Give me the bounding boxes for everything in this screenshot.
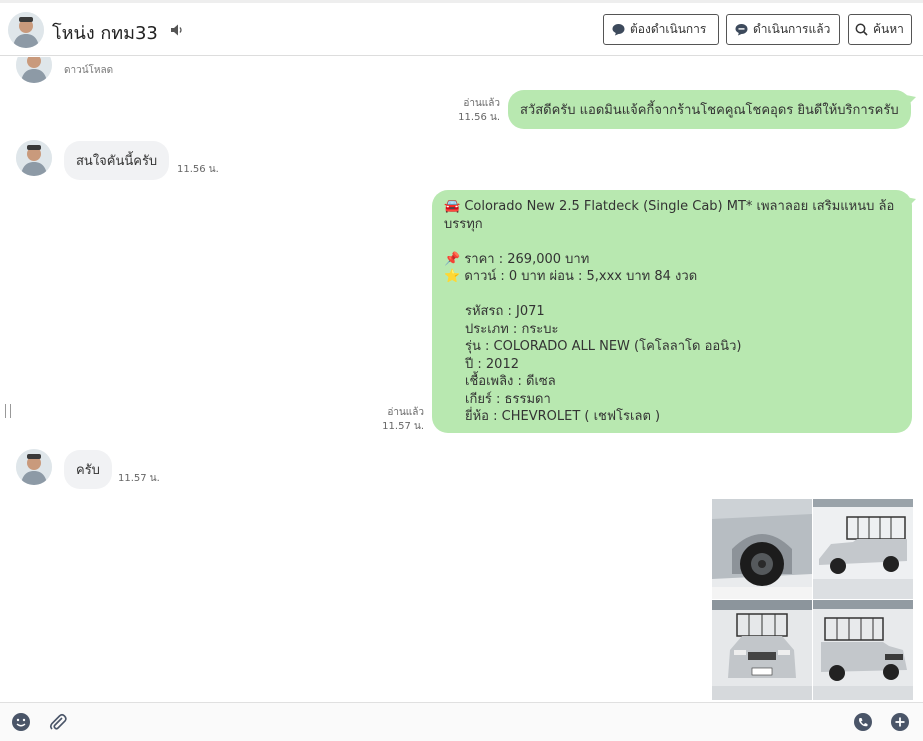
listing-down: ดาวน์ : 0 บาท ผ่อน : 5,xxx บาท 84 งวด	[464, 269, 698, 284]
bubble-tail	[906, 197, 916, 209]
bubble-tail	[906, 95, 916, 107]
plus-bubble-icon[interactable]	[890, 712, 910, 732]
search-icon	[855, 23, 868, 36]
car-photo-side[interactable]	[813, 499, 913, 599]
car-photo-front[interactable]	[712, 600, 812, 700]
sender-avatar[interactable]	[16, 449, 52, 485]
sticker-icon[interactable]	[853, 712, 873, 732]
listing-price: ราคา : 269,000 บาท	[464, 251, 590, 267]
incoming-message[interactable]: สนใจคันนี้ครับ	[64, 141, 170, 180]
done-label: ดำเนินการแล้ว	[753, 22, 831, 36]
composer-bar	[0, 702, 923, 741]
down-line: ⭐ ดาวน์ : 0 บาท ผ่อน : 5,xxx บาท 84 งวด	[444, 268, 900, 286]
listing-model: รุ่น : COLORADO ALL NEW (โคโลลาโด ออนิว)	[465, 339, 742, 354]
listing-title-line: 🚘 Colorado New 2.5 Flatdeck (Single Cab)…	[444, 198, 900, 216]
message-time: 11.57 น.	[382, 421, 424, 432]
resize-handle[interactable]	[5, 404, 11, 418]
paperclip-icon[interactable]	[48, 712, 68, 732]
message-time: 11.56 น.	[177, 164, 219, 175]
pushpin-emoji: 📌	[444, 251, 461, 267]
listing-title: Colorado New 2.5 Flatdeck (Single Cab) M…	[464, 199, 895, 214]
listing-fuel: เชื้อเพลิง : ดีเซล	[465, 374, 556, 389]
chat-history[interactable]: ดาวน์โหลด อ่านแล้ว 11.56 น. สวัสดีครับ แ…	[0, 57, 923, 702]
contact-avatar[interactable]	[8, 12, 44, 48]
todo-label: ต้องดำเนินการ	[630, 22, 707, 36]
todo-button[interactable]: ต้องดำเนินการ	[603, 14, 719, 45]
listing-brand: ยี่ห้อ : CHEVROLET ( เชฟโรเลต )	[465, 409, 661, 424]
car-photo-angle[interactable]	[813, 600, 913, 700]
contact-name: โหน่ง กทม33	[52, 23, 158, 44]
outgoing-message[interactable]: สวัสดีครับ แอดมินแจ้คกี้จากร้านโชคคูณโชค…	[508, 90, 911, 129]
chat-header: โหน่ง กทม33 ต้องดำเนินการ ดำเนินการแล้ว …	[0, 0, 923, 56]
search-button[interactable]: ค้นหา	[848, 14, 912, 45]
listing-title-cont: บรรทุก	[444, 216, 483, 232]
read-receipt: อ่านแล้ว 11.56 น.	[440, 97, 500, 125]
smiley-icon[interactable]	[11, 712, 31, 732]
read-receipt: อ่านแล้ว 11.57 น.	[364, 406, 424, 434]
read-label: อ่านแล้ว	[463, 98, 500, 109]
listing-type: ประเภท : กระบะ	[465, 321, 559, 337]
message-time: 11.56 น.	[458, 112, 500, 123]
car-emoji: 🚘	[444, 199, 461, 214]
car-photo-wheel[interactable]	[712, 499, 812, 599]
listing-year: ปี : 2012	[465, 356, 519, 372]
sender-avatar[interactable]	[16, 140, 52, 176]
car-listing-message[interactable]: 🚘 Colorado New 2.5 Flatdeck (Single Cab)…	[432, 190, 912, 433]
star-emoji: ⭐	[444, 269, 461, 284]
incoming-message[interactable]: ครับ	[64, 450, 112, 489]
download-link[interactable]: ดาวน์โหลด	[64, 63, 113, 78]
read-label: อ่านแล้ว	[387, 407, 424, 418]
sender-avatar[interactable]	[16, 57, 52, 83]
speaker-icon[interactable]	[170, 23, 184, 37]
price-line: 📌 ราคา : 269,000 บาท	[444, 251, 900, 269]
message-time: 11.57 น.	[118, 473, 160, 484]
done-button[interactable]: ดำเนินการแล้ว	[726, 14, 840, 45]
listing-code: รหัสรถ : J071	[465, 304, 545, 319]
search-label: ค้นหา	[873, 22, 904, 36]
listing-gear: เกียร์ : ธรรมดา	[465, 391, 551, 407]
chat-check-icon	[735, 24, 748, 36]
chat-bubble-icon	[612, 24, 625, 36]
photo-grid	[712, 499, 913, 702]
